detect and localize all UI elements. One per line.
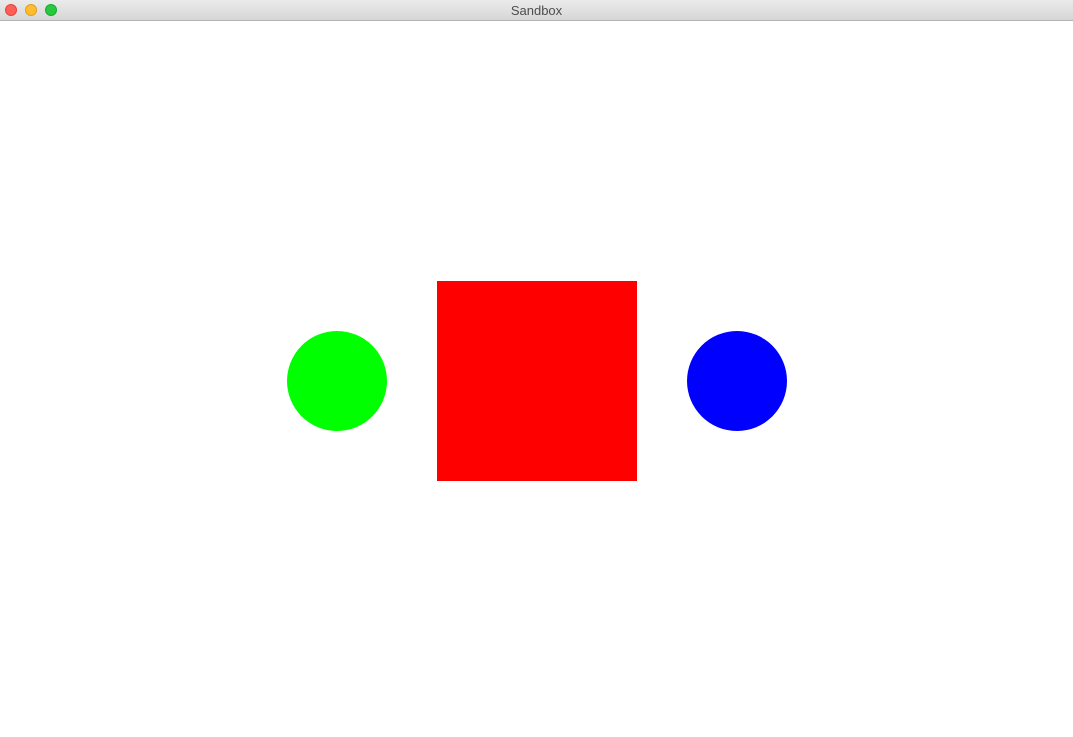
- red-square: [437, 281, 637, 481]
- blue-circle: [687, 331, 787, 431]
- window-title: Sandbox: [510, 3, 563, 18]
- sandbox-canvas[interactable]: [0, 21, 1073, 737]
- green-circle: [287, 331, 387, 431]
- title-bar[interactable]: Sandbox: [0, 0, 1073, 21]
- app-window: Sandbox: [0, 0, 1073, 737]
